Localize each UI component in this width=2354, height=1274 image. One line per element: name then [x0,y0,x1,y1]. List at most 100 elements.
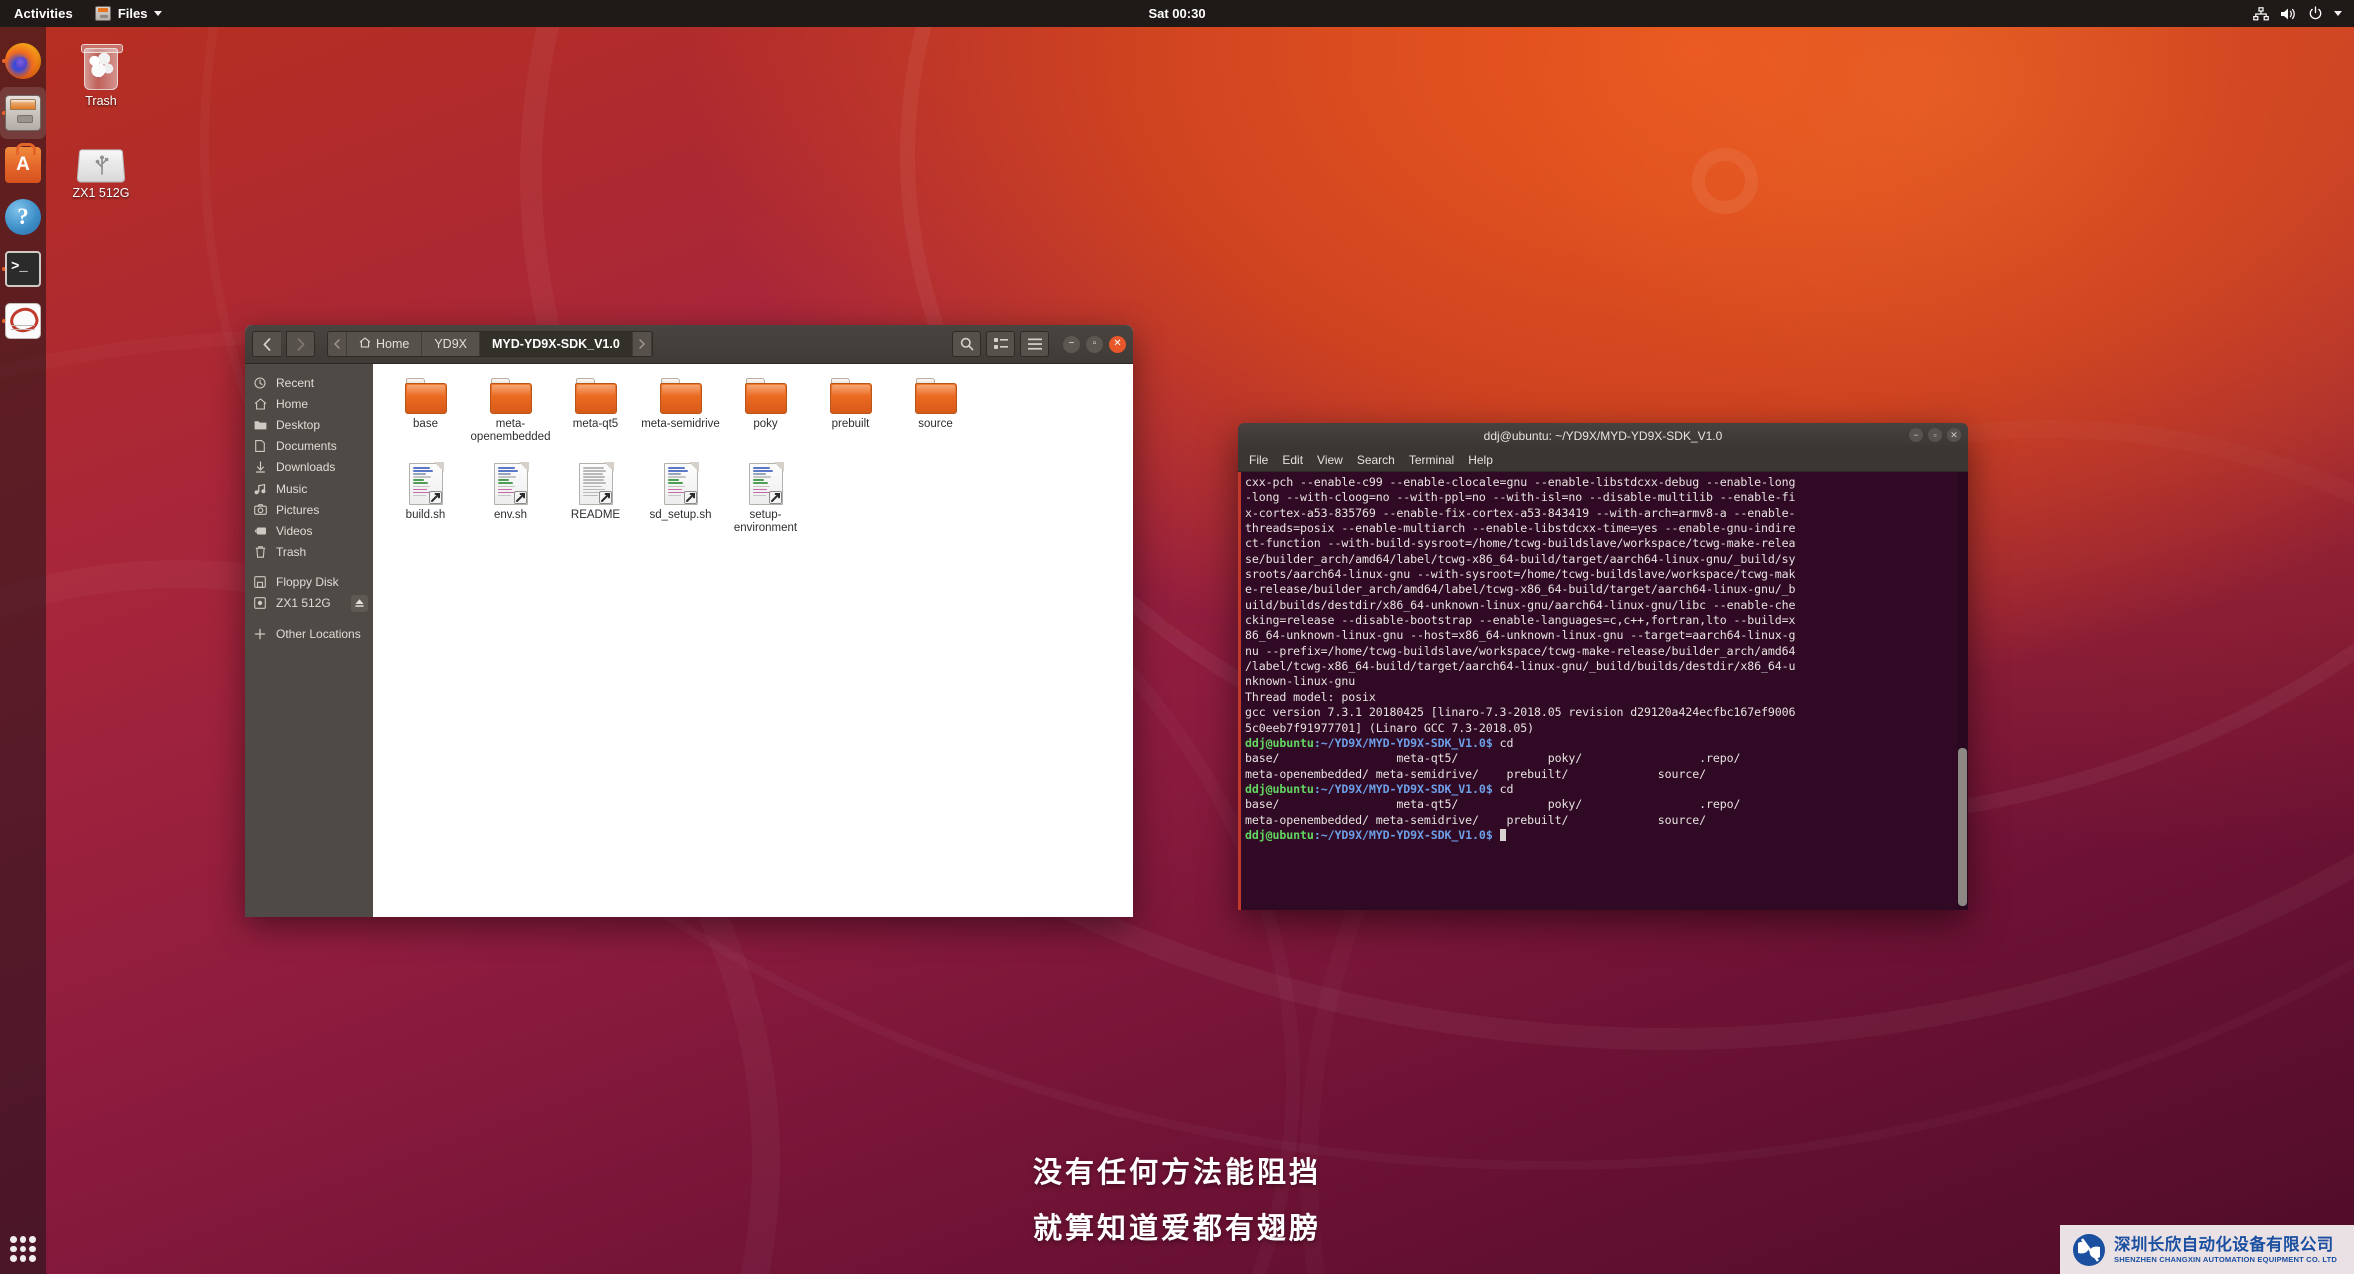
close-button[interactable]: ✕ [1947,428,1961,442]
file-label: env.sh [493,509,528,521]
view-toggle-button[interactable] [986,331,1015,357]
chevron-down-icon [2334,11,2342,16]
folder-icon [404,378,447,414]
app-menu-button[interactable]: Files [85,0,173,27]
terminal-screen[interactable]: cxx-pch --enable-c99 --enable-clocale=gn… [1238,472,1968,910]
folder-label: meta-qt5 [572,418,619,430]
sidebar-item-videos[interactable]: Videos [245,520,373,541]
sidebar-item-downloads[interactable]: Downloads [245,457,373,478]
breadcrumb-item-current[interactable]: MYD-YD9X-SDK_V1.0 [480,332,633,356]
menu-button[interactable] [1020,331,1049,357]
sidebar-item-documents[interactable]: Documents [245,436,373,457]
sidebar-item-label: Desktop [276,417,321,432]
dock-item-files[interactable] [0,87,46,139]
company-logo: 深圳长欣自动化设备有限公司 SHENZHEN CHANGXIN AUTOMATI… [2060,1225,2354,1274]
folder-item[interactable]: source [893,376,978,443]
desktop-icon-zx1-512g[interactable]: ZX1 512G [55,130,147,200]
clock[interactable]: Sat 00:30 [0,6,2354,21]
close-button[interactable]: ✕ [1109,335,1126,353]
home-icon [253,398,267,410]
show-applications-button[interactable] [0,1236,46,1262]
activities-button[interactable]: Activities [0,0,85,27]
folder-icon [489,378,532,414]
sidebar-item-other-locations[interactable]: Other Locations [245,623,373,644]
wallpaper-ring [1692,148,1758,214]
maximize-button[interactable]: ▫ [1928,428,1942,442]
dock-item-help[interactable] [0,191,46,243]
sidebar-item-floppy-disk[interactable]: Floppy Disk [245,572,373,593]
sidebar-divider [245,563,373,572]
sidebar-item-desktop[interactable]: Desktop [245,414,373,435]
app-menu-label: Files [117,6,148,21]
file-label: README [570,509,621,521]
sidebar-item-home[interactable]: Home [245,393,373,414]
file-item[interactable]: README [553,461,638,534]
symlink-badge [598,491,612,504]
chevron-down-icon [154,11,163,16]
company-name-cn: 深圳长欣自动化设备有限公司 [2114,1234,2334,1254]
usb-drive-icon [55,130,147,183]
menu-edit[interactable]: Edit [1282,453,1303,467]
folder-item[interactable]: meta-openembedded [468,376,553,443]
drive-icon [253,597,267,610]
breadcrumb-scroll-right[interactable] [633,332,652,356]
dock-item-terminal[interactable] [0,243,46,295]
menu-terminal[interactable]: Terminal [1409,453,1454,467]
file-list-view[interactable]: base meta-openembedded meta-qt5 meta-sem… [373,364,1133,917]
minimize-button[interactable]: − [1063,335,1080,353]
eject-button[interactable] [351,594,368,612]
sidebar-item-label: Trash [276,545,307,560]
file-item[interactable]: setup-environment [723,461,808,534]
terminal-scrollbar[interactable] [1957,472,1968,910]
breadcrumb-scroll-left[interactable] [328,332,347,356]
breadcrumb-item-home[interactable]: Home [347,332,423,356]
sidebar-item-label: ZX1 512G [276,596,331,611]
file-item[interactable]: build.sh [383,461,468,534]
plus-icon [253,628,267,640]
folder-label: prebuilt [831,418,870,430]
forward-button[interactable] [286,331,315,357]
sidebar-item-recent[interactable]: Recent [245,372,373,393]
sidebar-item-zx1-512g[interactable]: ZX1 512G [245,593,373,614]
wallpaper-glow [1500,0,2354,440]
sidebar-item-trash[interactable]: Trash [245,542,373,563]
symlink-badge [513,491,527,504]
menu-file[interactable]: File [1249,453,1268,467]
search-button[interactable] [952,331,981,357]
back-button[interactable] [252,331,281,357]
company-name-en: SHENZHEN CHANGXIN AUTOMATION EQUIPMENT C… [2114,1254,2338,1264]
file-manager-body: Recent Home Desktop Documents Downloads … [245,364,1133,917]
menu-search[interactable]: Search [1357,453,1395,467]
folder-item[interactable]: base [383,376,468,443]
folder-item[interactable]: meta-semidrive [638,376,723,443]
text-file-icon [578,462,614,505]
system-indicators[interactable] [2253,6,2354,21]
folder-icon [914,378,957,414]
dock-item-firefox[interactable] [0,35,46,87]
folder-item[interactable]: poky [723,376,808,443]
folder-item[interactable]: meta-qt5 [553,376,638,443]
ubuntu-software-icon [5,143,41,183]
menu-view[interactable]: View [1317,453,1343,467]
company-name: 深圳长欣自动化设备有限公司 SHENZHEN CHANGXIN AUTOMATI… [2114,1235,2337,1265]
dock-item-text-editor[interactable] [0,295,46,347]
folder-item[interactable]: prebuilt [808,376,893,443]
sidebar-item-label: Videos [276,523,313,538]
sidebar-item-pictures[interactable]: Pictures [245,499,373,520]
terminal-output: cxx-pch --enable-c99 --enable-clocale=gn… [1245,475,1796,842]
scrollbar-thumb[interactable] [1958,747,1967,906]
breadcrumb-item-yd9x[interactable]: YD9X [422,332,480,356]
firefox-icon [5,43,41,79]
folder-label: poky [753,418,778,430]
dock-item-ubuntu-software[interactable] [0,139,46,191]
menu-help[interactable]: Help [1468,453,1493,467]
sidebar-item-label: Home [276,396,309,411]
script-file-icon [663,462,699,505]
sidebar-item-music[interactable]: Music [245,478,373,499]
file-label: setup-environment [733,509,798,534]
file-item[interactable]: sd_setup.sh [638,461,723,534]
maximize-button[interactable]: ▫ [1086,335,1103,353]
file-item[interactable]: env.sh [468,461,553,534]
desktop-icon-trash[interactable]: Trash [55,38,147,108]
minimize-button[interactable]: − [1909,428,1923,442]
